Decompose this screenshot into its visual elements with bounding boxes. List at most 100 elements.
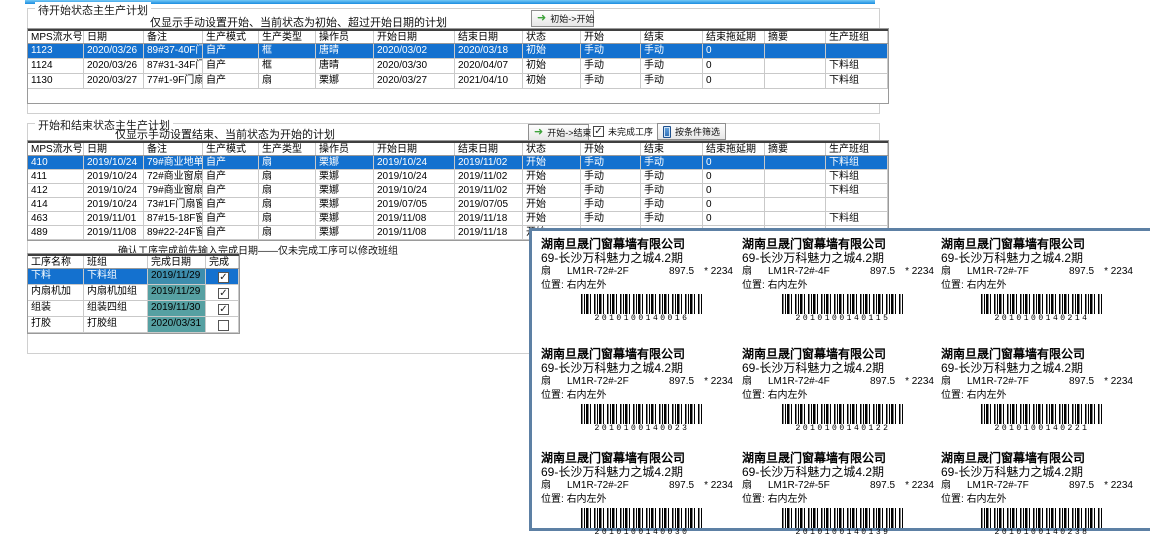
table-row-selected[interactable]: 4102019/10/2479#商业地单…自产扇栗娜2019/10/242019… bbox=[28, 156, 888, 170]
cell: 手动 bbox=[641, 170, 703, 183]
column-header[interactable]: 生产模式 bbox=[203, 31, 259, 43]
cell bbox=[765, 198, 826, 211]
cell: 手动 bbox=[641, 74, 703, 88]
unfinished-process-checkbox-group[interactable]: ✓ 未完成工序 bbox=[593, 125, 653, 138]
column-header[interactable]: 生产模式 bbox=[203, 143, 259, 155]
checkbox-label: 未完成工序 bbox=[608, 125, 653, 138]
table-row[interactable]: 4112019/10/2472#商业窗扇自产扇栗娜2019/10/242019/… bbox=[28, 170, 888, 184]
barcode-bars bbox=[782, 508, 904, 528]
cell: 开始 bbox=[523, 156, 581, 169]
start-to-end-button[interactable]: ➜ 开始->结束 bbox=[528, 124, 589, 141]
label-width: 897.5 bbox=[870, 479, 895, 493]
label-spec-row: 扇LM1R-72#-4F897.5* 2234 bbox=[742, 375, 934, 389]
cell: 2019/11/02 bbox=[455, 170, 523, 183]
column-header[interactable]: 摘要 bbox=[765, 31, 826, 43]
barcode: 2010100140016 bbox=[581, 294, 703, 323]
cell bbox=[765, 184, 826, 197]
position-value: 右内左外 bbox=[768, 494, 808, 505]
table-row[interactable]: 4632019/11/0187#15-18F窗扇自产扇栗娜2019/11/082… bbox=[28, 212, 888, 226]
cell: 自产 bbox=[203, 44, 259, 58]
barcode: 2010100140023 bbox=[581, 404, 703, 433]
column-header[interactable]: 生产班组 bbox=[826, 143, 888, 155]
column-header[interactable]: 工序名称 bbox=[28, 256, 84, 268]
done-checkbox[interactable]: ✓ bbox=[218, 288, 229, 299]
column-header[interactable]: 日期 bbox=[84, 143, 144, 155]
position-value: 右内左外 bbox=[967, 390, 1007, 401]
column-header[interactable]: 开始 bbox=[581, 31, 641, 43]
label-project: 69-长沙万科魅力之城4.2期 bbox=[541, 361, 733, 375]
print-label: 湖南旦晟门窗幕墙有限公司 69-长沙万科魅力之城4.2期 扇LM1R-72#-5… bbox=[742, 451, 934, 537]
cell: 开始 bbox=[523, 184, 581, 197]
column-header[interactable]: MPS流水号 bbox=[28, 143, 84, 155]
done-checkbox[interactable] bbox=[218, 320, 229, 331]
done-checkbox[interactable]: ✓ bbox=[218, 272, 229, 283]
column-header[interactable]: 开始 bbox=[581, 143, 641, 155]
cell: 内扇机加组 bbox=[84, 285, 148, 300]
cell: 2019/11/02 bbox=[455, 156, 523, 169]
column-header[interactable]: 结束日期 bbox=[455, 143, 523, 155]
position-value: 右内左外 bbox=[967, 494, 1007, 505]
table-row-selected[interactable]: 下料下料组2019/11/29✓ bbox=[28, 269, 239, 285]
column-header[interactable]: 备注 bbox=[144, 31, 203, 43]
column-header[interactable]: 操作员 bbox=[316, 31, 374, 43]
column-header[interactable]: 结束 bbox=[641, 143, 703, 155]
cell: 栗娜 bbox=[316, 74, 374, 88]
label-position-row: 位置: 右内左外 bbox=[941, 389, 1133, 403]
column-header[interactable]: 结束日期 bbox=[455, 31, 523, 43]
column-header[interactable]: 班组 bbox=[84, 256, 148, 268]
cell: 1123 bbox=[28, 44, 84, 58]
table-row[interactable]: 11242020/03/2687#31-34F门框自产框唐晴2020/03/30… bbox=[28, 59, 888, 74]
cell: 2020/03/30 bbox=[374, 59, 455, 73]
table-row[interactable]: 4142019/10/2473#1F门扇窗扇自产扇栗娜2019/07/05201… bbox=[28, 198, 888, 212]
column-header[interactable]: 结束 bbox=[641, 31, 703, 43]
table-row-selected[interactable]: 11232020/03/2689#37-40F门框自产框唐晴2020/03/02… bbox=[28, 44, 888, 59]
cell bbox=[765, 156, 826, 169]
filter-button[interactable]: 按条件筛选 bbox=[657, 123, 726, 140]
label-width: 897.5 bbox=[669, 265, 694, 279]
barcode: 2010100140115 bbox=[782, 294, 904, 323]
column-header[interactable]: 完成日期 bbox=[148, 256, 206, 268]
cell: 手动 bbox=[641, 156, 703, 169]
cell: 410 bbox=[28, 156, 84, 169]
column-header[interactable]: 开始日期 bbox=[374, 143, 455, 155]
table-row[interactable]: 打胶打胶组2020/03/31 bbox=[28, 317, 239, 333]
table-row[interactable]: 组装组装四组2019/11/30✓ bbox=[28, 301, 239, 317]
label-qty: * 2234 bbox=[905, 265, 934, 279]
column-header[interactable]: 状态 bbox=[523, 31, 581, 43]
column-header[interactable]: 操作员 bbox=[316, 143, 374, 155]
table-row[interactable]: 11302020/03/2777#1-9F门扇自产扇栗娜2020/03/2720… bbox=[28, 74, 888, 89]
init-to-start-button[interactable]: ➜ 初始->开始 bbox=[531, 10, 594, 27]
table-row[interactable]: 内扇机加内扇机加组2019/11/29✓ bbox=[28, 285, 239, 301]
cell: 下料组 bbox=[84, 269, 148, 284]
column-header[interactable]: 生产类型 bbox=[259, 143, 316, 155]
column-header[interactable]: 备注 bbox=[144, 143, 203, 155]
label-position-row: 位置: 右内左外 bbox=[541, 389, 733, 403]
cell: 0 bbox=[703, 59, 765, 73]
position-value: 右内左外 bbox=[567, 280, 607, 291]
column-header[interactable]: 完成 bbox=[206, 256, 239, 268]
print-label: 湖南旦晟门窗幕墙有限公司 69-长沙万科魅力之城4.2期 扇LM1R-72#-2… bbox=[541, 237, 733, 323]
column-header[interactable]: MPS流水号 bbox=[28, 31, 84, 43]
cell: 扇 bbox=[259, 156, 316, 169]
cell: 下料组 bbox=[826, 170, 888, 183]
label-type: 扇 bbox=[541, 375, 567, 389]
cell: 开始 bbox=[523, 170, 581, 183]
print-label: 湖南旦晟门窗幕墙有限公司 69-长沙万科魅力之城4.2期 扇LM1R-72#-7… bbox=[941, 237, 1133, 323]
column-header[interactable]: 状态 bbox=[523, 143, 581, 155]
column-header[interactable]: 日期 bbox=[84, 31, 144, 43]
cell: 2021/04/10 bbox=[455, 74, 523, 88]
column-header[interactable]: 生产班组 bbox=[826, 31, 888, 43]
column-header[interactable]: 结束拖延期 bbox=[703, 143, 765, 155]
column-header[interactable]: 结束拖延期 bbox=[703, 31, 765, 43]
done-checkbox[interactable]: ✓ bbox=[218, 304, 229, 315]
label-project: 69-长沙万科魅力之城4.2期 bbox=[742, 251, 934, 265]
barcode-digits: 2010100140016 bbox=[581, 314, 703, 323]
label-width: 897.5 bbox=[870, 375, 895, 389]
column-header[interactable]: 开始日期 bbox=[374, 31, 455, 43]
position-label: 位置: bbox=[541, 390, 564, 401]
barcode: 2010100140214 bbox=[981, 294, 1103, 323]
column-header[interactable]: 摘要 bbox=[765, 143, 826, 155]
table-row[interactable]: 4122019/10/2479#商业窗扇自产扇栗娜2019/10/242019/… bbox=[28, 184, 888, 198]
checkbox[interactable]: ✓ bbox=[593, 126, 604, 137]
column-header[interactable]: 生产类型 bbox=[259, 31, 316, 43]
